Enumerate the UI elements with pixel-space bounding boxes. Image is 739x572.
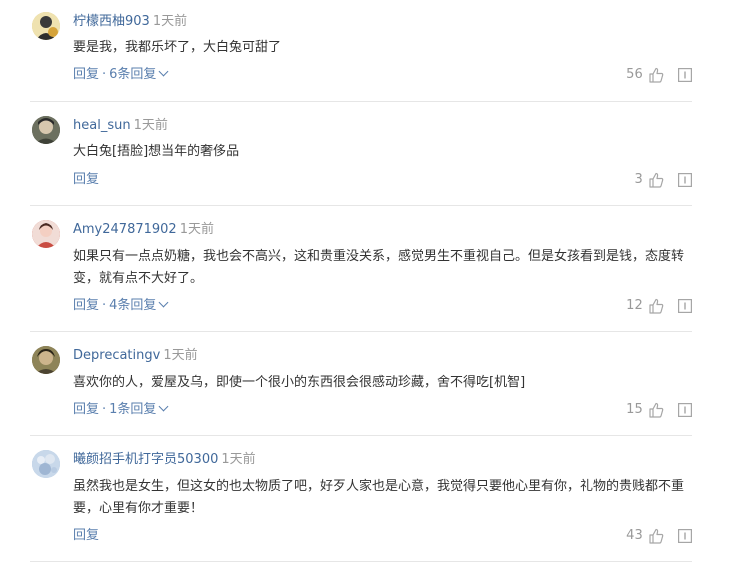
- avatar-image: [32, 346, 60, 374]
- chevron-down-icon: [158, 297, 169, 308]
- reply-button[interactable]: 回复: [73, 402, 99, 417]
- comment-item: 柠檬西柚903 1天前 要是我，我都乐坏了，大白兔可甜了 回复 · 6条回复 56: [30, 12, 692, 102]
- comment-meta: 柠檬西柚903 1天前: [73, 12, 187, 32]
- avatar[interactable]: [32, 346, 60, 374]
- view-replies-button[interactable]: 4条回复: [109, 297, 169, 313]
- comment-tools: 12: [626, 296, 692, 316]
- thumbs-up-icon[interactable]: [648, 172, 664, 188]
- report-icon[interactable]: [678, 299, 692, 313]
- chevron-down-icon: [158, 66, 169, 77]
- username-link[interactable]: heal_sun: [73, 118, 131, 133]
- comment-meta: heal_sun 1天前: [73, 116, 168, 136]
- comment-actions: 回复 · 1条回复: [73, 400, 169, 420]
- like-count: 56: [626, 67, 643, 82]
- comment-tools: 56: [626, 65, 692, 85]
- view-replies-label: 4条回复: [109, 298, 157, 313]
- comment-time: 1天前: [163, 348, 198, 363]
- like-count: 12: [626, 298, 643, 313]
- comment-time: 1天前: [152, 14, 188, 29]
- separator-dot: ·: [102, 402, 107, 417]
- comment-text: 喜欢你的人，爱屋及乌，即使一个很小的东西很会很感动珍藏，舍不得吃[机智]: [73, 375, 526, 390]
- separator-dot: ·: [102, 298, 107, 313]
- reply-button[interactable]: 回复: [73, 298, 99, 313]
- avatar[interactable]: [32, 220, 60, 248]
- avatar[interactable]: [32, 116, 60, 144]
- comment-item: heal_sun 1天前 大白兔[捂脸]想当年的奢侈品 回复 3: [30, 116, 692, 206]
- reply-button[interactable]: 回复: [73, 528, 99, 543]
- thumbs-up-icon[interactable]: [648, 402, 664, 418]
- report-icon[interactable]: [678, 529, 692, 543]
- reply-button[interactable]: 回复: [73, 67, 99, 82]
- comment-time: 1天前: [221, 452, 256, 467]
- comment-text: 如果只有一点点奶糖，我也会不高兴，这和贵重没关系，感觉男生不重视自己。但是女孩看…: [73, 249, 685, 286]
- thumbs-up-icon[interactable]: [648, 67, 664, 83]
- thumbs-up-icon[interactable]: [648, 298, 664, 314]
- divider: [30, 331, 692, 332]
- comment-meta: 曦颜招手机打字员50300 1天前: [73, 450, 256, 470]
- comment-item: Amy247871902 1天前 如果只有一点点奶糖，我也会不高兴，这和贵重没关系…: [30, 220, 692, 332]
- username-link[interactable]: Deprecatingv: [73, 348, 160, 363]
- comment-actions: 回复 · 6条回复: [73, 65, 169, 85]
- avatar-image: [32, 450, 60, 478]
- like-count: 43: [626, 528, 643, 543]
- comment-meta: Deprecatingv 1天前: [73, 346, 198, 366]
- view-replies-button[interactable]: 6条回复: [109, 66, 169, 82]
- divider: [30, 435, 692, 436]
- comment-tools: 15: [626, 400, 692, 420]
- comment-list: 柠檬西柚903 1天前 要是我，我都乐坏了，大白兔可甜了 回复 · 6条回复 56 h…: [0, 0, 739, 572]
- view-replies-label: 1条回复: [109, 402, 157, 417]
- comment-time: 1天前: [179, 222, 214, 237]
- comment-item: 曦颜招手机打字员50300 1天前 虽然我也是女生，但这女的也太物质了吧，好歹人家…: [30, 450, 692, 562]
- comment-actions: 回复: [73, 526, 99, 546]
- comment-time: 1天前: [133, 118, 168, 133]
- chevron-down-icon: [158, 401, 169, 412]
- divider: [30, 205, 692, 206]
- avatar-image: [32, 220, 60, 248]
- comment-actions: 回复: [73, 170, 99, 190]
- view-replies-button[interactable]: 1条回复: [109, 401, 169, 417]
- divider: [30, 101, 692, 102]
- avatar[interactable]: [32, 12, 60, 40]
- comment-text: 虽然我也是女生，但这女的也太物质了吧，好歹人家也是心意，我觉得只要他心里有你，礼…: [73, 479, 685, 516]
- username-link[interactable]: Amy247871902: [73, 222, 177, 237]
- username-link[interactable]: 曦颜招手机打字员50300: [73, 452, 218, 467]
- like-count: 3: [634, 172, 643, 187]
- report-icon[interactable]: [678, 173, 692, 187]
- reply-button[interactable]: 回复: [73, 172, 99, 187]
- comment-meta: Amy247871902 1天前: [73, 220, 214, 240]
- thumbs-up-icon[interactable]: [648, 528, 664, 544]
- username-link[interactable]: 柠檬西柚903: [73, 14, 150, 29]
- comment-tools: 43: [626, 526, 692, 546]
- comment-item: Deprecatingv 1天前 喜欢你的人，爱屋及乌，即使一个很小的东西很会很感…: [30, 346, 692, 436]
- view-replies-label: 6条回复: [109, 67, 157, 82]
- report-icon[interactable]: [678, 68, 692, 82]
- avatar-image: [32, 116, 60, 144]
- report-icon[interactable]: [678, 403, 692, 417]
- divider: [30, 561, 692, 562]
- comment-actions: 回复 · 4条回复: [73, 296, 169, 316]
- comment-tools: 3: [634, 170, 692, 190]
- avatar-image: [32, 12, 60, 40]
- separator-dot: ·: [102, 67, 107, 82]
- comment-text: 大白兔[捂脸]想当年的奢侈品: [73, 144, 240, 159]
- comment-text: 要是我，我都乐坏了，大白兔可甜了: [73, 40, 282, 55]
- like-count: 15: [626, 402, 643, 417]
- avatar[interactable]: [32, 450, 60, 478]
